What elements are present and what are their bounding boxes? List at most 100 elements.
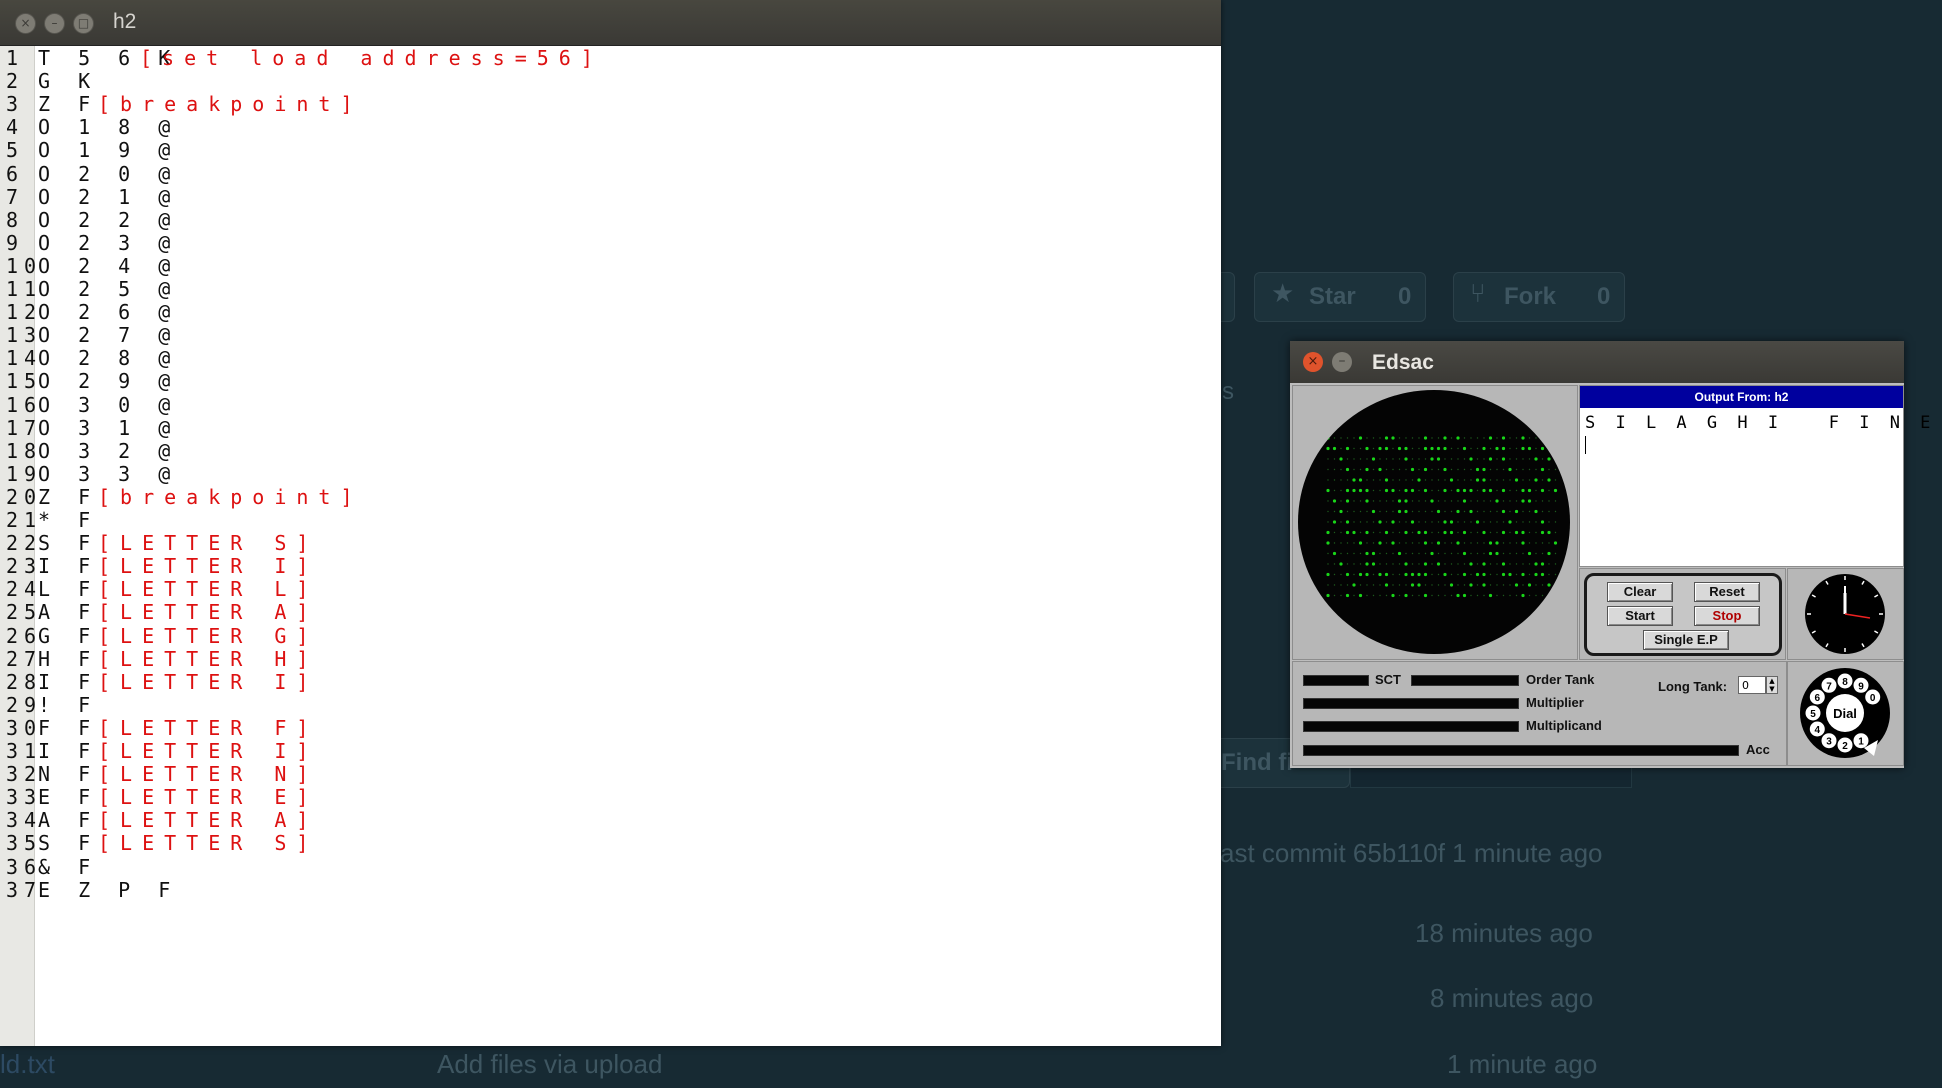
code-text: H F — [38, 646, 99, 671]
code-line[interactable]: 24 L F [LETTER L] — [0, 578, 1200, 601]
code-text: O 3 1 @ — [38, 415, 179, 440]
code-line[interactable]: 21 * F — [0, 509, 1200, 532]
clear-button[interactable]: Clear — [1607, 582, 1673, 602]
code-text: O 1 9 @ — [38, 138, 179, 163]
code-line[interactable]: 34 A F [LETTER A] — [0, 809, 1200, 832]
code-line[interactable]: 11 O 2 5 @ — [0, 278, 1200, 301]
edsac-titlebar[interactable]: × – Edsac — [1290, 341, 1904, 383]
stop-button[interactable]: Stop — [1694, 606, 1760, 626]
code-comment: [LETTER S] — [98, 831, 319, 856]
output-text: S I L A G H I F I N E A S — [1585, 413, 1936, 433]
code-text: O 2 6 @ — [38, 300, 179, 325]
fork-button[interactable]: ⑂ Fork 0 — [1453, 272, 1625, 322]
star-count: 0 — [1398, 283, 1412, 310]
line-number: 12 — [6, 300, 43, 325]
fork-icon: ⑂ — [1470, 279, 1486, 309]
partial-s-text: s — [1222, 378, 1234, 405]
star-button[interactable]: ★ Star 0 — [1254, 272, 1426, 322]
long-tank-spin-icon[interactable]: ▲ ▼ — [1766, 676, 1778, 694]
code-comment: [breakpoint] — [98, 484, 363, 509]
line-number: 34 — [6, 808, 43, 833]
single-ep-button[interactable]: Single E.P — [1643, 630, 1729, 650]
code-text: A F — [38, 600, 99, 625]
dial-label: Dial — [1833, 706, 1857, 721]
code-line[interactable]: 33 E F [LETTER E] — [0, 786, 1200, 809]
dial-digit: 8 — [1842, 677, 1848, 688]
code-line[interactable]: 25 A F [LETTER A] — [0, 601, 1200, 624]
code-line[interactable]: 10 O 2 4 @ — [0, 254, 1200, 278]
code-line[interactable]: 29! F — [0, 692, 1200, 717]
code-line[interactable]: 1T 5 6 K [set load address=56] — [0, 47, 1200, 70]
code-text: O 2 0 @ — [38, 161, 179, 186]
start-button[interactable]: Start — [1607, 606, 1673, 626]
code-line[interactable]: 9 O 2 3 @ — [0, 230, 1200, 255]
code-line[interactable]: 32 N F [LETTER N] — [0, 763, 1200, 786]
code-text: ! F — [38, 692, 99, 717]
code-line[interactable]: 37 E Z P F — [0, 878, 1200, 902]
order-tank — [1411, 675, 1519, 686]
code-line[interactable]: 20 Z F [breakpoint] — [0, 484, 1200, 509]
close-icon[interactable]: × — [1303, 352, 1323, 372]
code-comment: [set load address=56] — [140, 46, 603, 70]
code-text: O 2 7 @ — [38, 323, 179, 348]
h2-titlebar[interactable]: × – □ h2 — [0, 0, 1221, 46]
line-number: 16 — [6, 392, 43, 417]
code-text: O 2 2 @ — [38, 207, 179, 232]
phone-dial[interactable]: Dial 1234 5 67 8 90 — [1788, 662, 1903, 765]
code-line[interactable]: 12 O 2 6 @ — [0, 301, 1200, 324]
code-line[interactable]: 3 Z F [breakpoint] — [0, 93, 1200, 116]
code-line[interactable]: 13 O 2 7 @ — [0, 324, 1200, 347]
code-text: G F — [38, 623, 99, 648]
maximize-icon[interactable]: □ — [73, 13, 94, 34]
code-line[interactable]: 23 I F [LETTER I] — [0, 555, 1200, 578]
line-number: 26 — [6, 623, 43, 648]
line-number: 11 — [6, 277, 43, 301]
code-line[interactable]: 4 O 1 8 @ — [0, 116, 1200, 139]
minimize-icon[interactable]: – — [44, 13, 65, 34]
commit-message-link[interactable]: Add files via upload — [437, 1049, 662, 1080]
code-line[interactable]: 8 O 2 2 @ — [0, 207, 1200, 232]
reset-button[interactable]: Reset — [1694, 582, 1760, 602]
code-line[interactable]: 26 G F [LETTER G] — [0, 623, 1200, 648]
code-editor[interactable]: 1T 5 6 K [set load address=56] 2 G K3Z F [br… — [0, 46, 1221, 1046]
code-line[interactable]: 35 S F [LETTER S] — [0, 832, 1200, 855]
code-line[interactable]: 17 O 3 1 @ — [0, 415, 1200, 440]
text-cursor — [1585, 436, 1586, 454]
line-number: 35 — [6, 831, 43, 856]
line-number: 36 — [6, 854, 43, 879]
code-line[interactable]: 16 O 3 0 @ — [0, 392, 1200, 417]
long-tank-stepper[interactable]: 0 — [1738, 676, 1766, 694]
multiplier-tank — [1303, 698, 1519, 709]
code-line[interactable]: 5 O 1 9 @ — [0, 139, 1200, 162]
star-label: Star — [1309, 283, 1356, 310]
code-line[interactable]: 31 I F [LETTER I] — [0, 740, 1200, 763]
code-line[interactable]: 15 O 2 9 @ — [0, 370, 1200, 393]
close-icon[interactable]: × — [15, 13, 36, 34]
code-line[interactable]: 18 O 3 2 @ — [0, 439, 1200, 463]
dial-digit: 0 — [1870, 693, 1876, 704]
code-line[interactable]: 30 F F [LETTER F] — [0, 716, 1200, 740]
code-line[interactable]: 14 O 2 8 @ — [0, 347, 1200, 370]
code-line[interactable]: 7 O 2 1 @ — [0, 185, 1200, 209]
line-number: 2 — [6, 69, 25, 94]
dial-panel: Dial 1234 5 67890 — [1787, 661, 1904, 766]
code-text: O 2 3 @ — [38, 230, 179, 255]
code-line[interactable]: 28 I F [LETTER I] — [0, 670, 1200, 694]
code-comment: [LETTER S] — [98, 531, 319, 556]
code-line[interactable]: 27 H F [LETTER H] — [0, 646, 1200, 671]
code-line[interactable]: 6 O 2 0 @ — [0, 161, 1200, 186]
code-line[interactable]: 19 O 3 3 @ — [0, 462, 1200, 486]
code-text: * F — [38, 508, 99, 532]
dial-digit: 9 — [1858, 681, 1864, 692]
output-panel[interactable]: Output From: h2 S I L A G H I F I N E A … — [1579, 385, 1930, 567]
line-number: 3 — [6, 92, 25, 117]
file-link[interactable]: ld.txt — [0, 1049, 55, 1080]
code-line[interactable]: 22 S F [LETTER S] — [0, 532, 1200, 555]
minimize-icon[interactable]: – — [1332, 352, 1352, 372]
code-text: O 2 9 @ — [38, 369, 179, 394]
code-line[interactable]: 36 & F — [0, 854, 1200, 879]
line-number: 17 — [6, 415, 43, 440]
tanks-panel: SCT Order Tank Long Tank: 0 ▲ ▼ Multiplie… — [1292, 661, 1787, 766]
code-line[interactable]: 2 G K — [0, 70, 1200, 93]
sct-label: SCT — [1375, 672, 1401, 687]
